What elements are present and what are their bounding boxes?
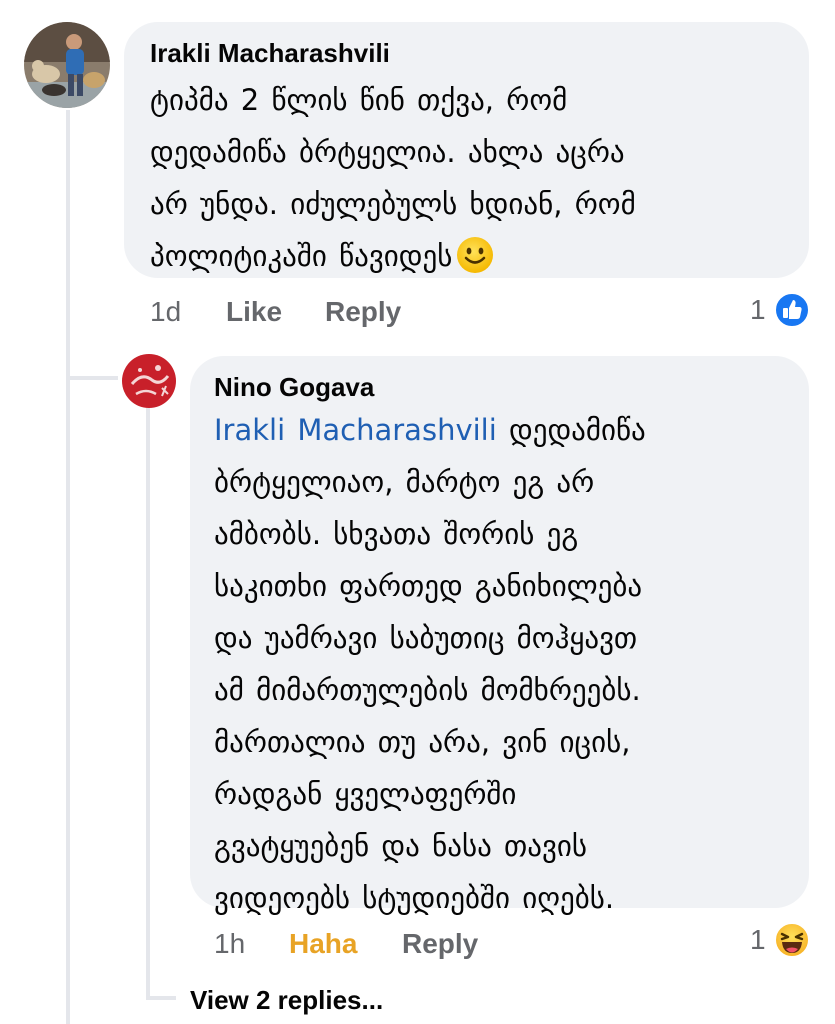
reaction-count: 1 [750,294,766,325]
comment-text-line: არ უნდა. იძულებულს ხდიან, რომ [150,187,636,221]
comment-text-fragment: პოლიტიკაში წავიდეს [150,239,453,273]
comment-text-line: დედამიწა ბრტყელია. ახლა აცრა [150,135,625,169]
comment-text-line: საკითხი ფართედ განიხილება [214,569,643,603]
thread-line-main [66,110,70,1024]
reaction-summary[interactable]: 1 [750,922,812,960]
thread-line-branch [66,376,118,380]
comment-text-line: ტიპმა 2 წლის წინ თქვა, რომ [150,83,568,117]
timestamp[interactable]: 1h [214,928,245,960]
avatar[interactable] [24,22,110,108]
comment-text-line: რადგან ყველაფერში [214,777,517,811]
comment-text: Irakli Macharashvili დედამიწა ბრტყელიაო,… [214,404,789,924]
comment-text-line: მართალია თუ არა, ვინ იცის, [214,725,631,759]
comment-text-line: ბრტყელიაო, მარტო ეგ არ [214,465,595,499]
like-button[interactable]: Like [226,296,282,328]
comment-text-line: ვიდეოებს სტუდიებში იღებს. [214,881,615,915]
mention-link[interactable]: Irakli Macharashvili [214,413,497,447]
comment-bubble: Nino Gogava Irakli Macharashvili დედამიწ… [190,356,809,915]
haha-icon [774,922,810,958]
comment-author[interactable]: Nino Gogava [214,372,789,402]
like-icon [774,292,810,328]
timestamp[interactable]: 1d [150,296,181,328]
comment-text-line: Irakli Macharashvili დედამიწა [214,404,789,456]
comment-actions: 1d Like Reply [150,296,450,330]
thread-line-reply [146,408,150,996]
reply-button[interactable]: Reply [325,296,401,328]
avatar[interactable] [122,354,176,408]
comment-text-fragment: დედამიწა [509,413,646,447]
haha-button[interactable]: Haha [289,928,357,960]
comment-text: ტიპმა 2 წლის წინ თქვა, რომ დედამიწა ბრტყ… [150,74,785,282]
reply-button[interactable]: Reply [402,928,478,960]
comment-bubble: Irakli Macharashvili ტიპმა 2 წლის წინ თქ… [124,22,809,278]
comment-text-line: ამბობს. სხვათა შორის ეგ [214,517,579,551]
view-replies-link[interactable]: View 2 replies... [190,985,383,1016]
comment-text-line: პოლიტიკაში წავიდეს [150,230,785,282]
slightly-smiling-face-icon [457,237,494,273]
reaction-count: 1 [750,924,766,955]
thread-line-reply-branch [146,996,176,1000]
comment-author[interactable]: Irakli Macharashvili [150,38,785,68]
reaction-summary[interactable]: 1 [750,292,812,330]
comment-actions: 1h Haha Reply [214,928,514,962]
comment-text-line: გვატყუებენ და ნასა თავის [214,829,588,863]
comment-text-line: ამ მიმართულების მომხრეებს. [214,673,641,707]
comment-text-line: და უამრავი საბუთიც მოჰყავთ [214,621,638,655]
